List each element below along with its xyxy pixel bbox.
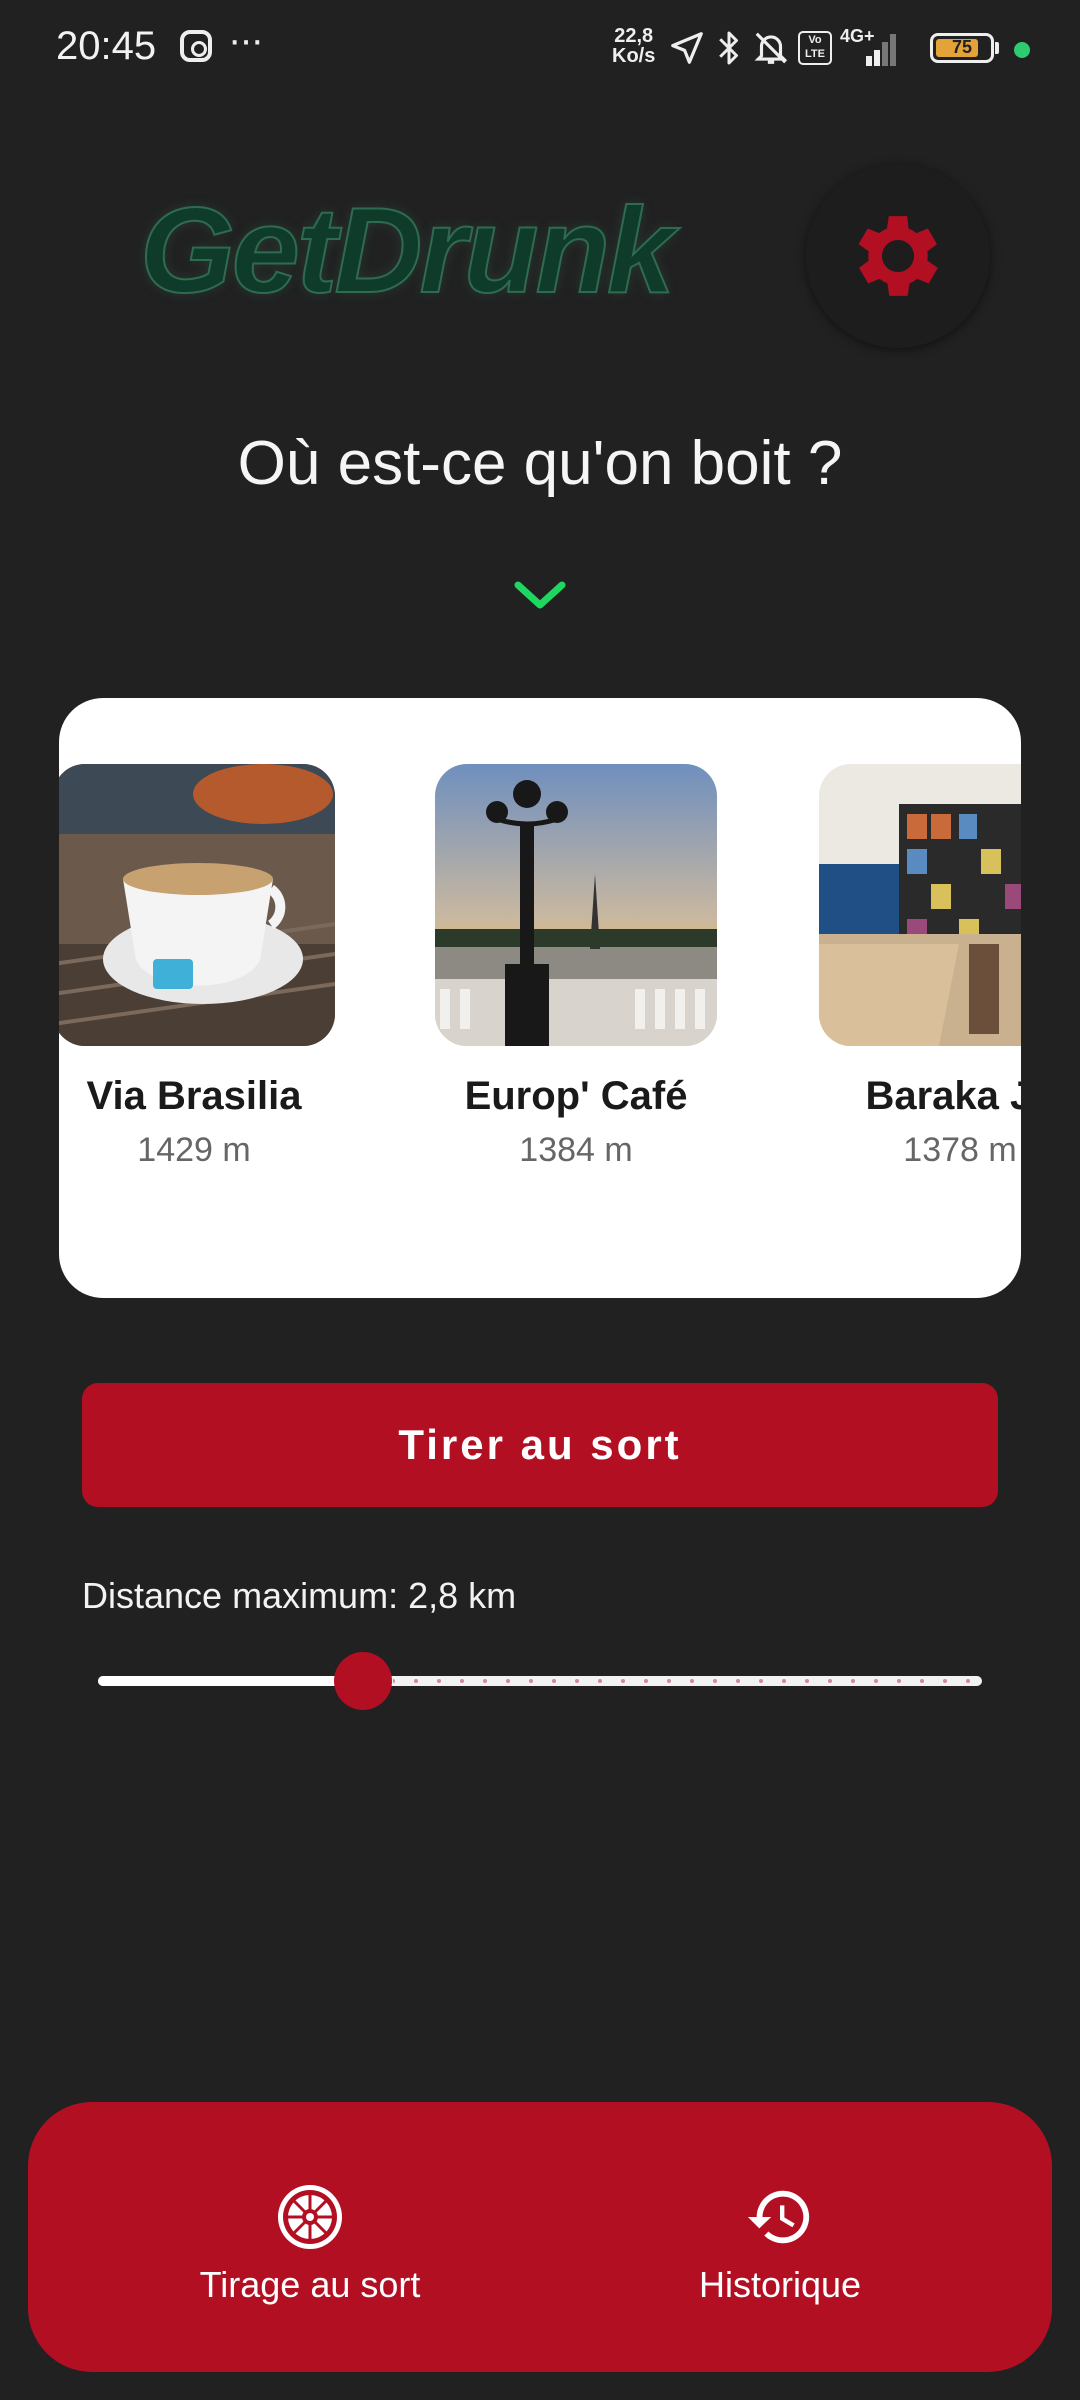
slider-tick xyxy=(414,1679,419,1683)
place-card[interactable]: Baraka Je 1378 m xyxy=(819,764,1021,1170)
distance-slider-thumb[interactable] xyxy=(334,1652,393,1710)
bell-off-icon xyxy=(754,32,788,64)
place-image xyxy=(435,764,717,1046)
slider-tick xyxy=(575,1679,580,1683)
slider-tick xyxy=(897,1679,902,1683)
volte-badge: Vo LTE xyxy=(798,31,832,65)
nav-item-draw[interactable]: Tirage au sort xyxy=(110,2182,510,2306)
battery-icon: 75 xyxy=(930,33,994,63)
slider-tick xyxy=(644,1679,649,1683)
history-icon xyxy=(747,2190,810,2244)
place-distance: 1384 m xyxy=(519,1131,633,1169)
nav-item-history[interactable]: Historique xyxy=(580,2182,980,2306)
slider-tick xyxy=(713,1679,718,1683)
slider-tick xyxy=(393,1679,396,1683)
battery-level: 75 xyxy=(951,37,973,57)
place-card[interactable]: Europ' Café 1384 m xyxy=(435,764,717,1170)
distance-slider-ticks xyxy=(393,1679,971,1683)
slider-tick xyxy=(598,1679,603,1683)
slider-tick xyxy=(506,1679,511,1683)
place-name: Europ' Café xyxy=(464,1074,688,1118)
more-icon: ··· xyxy=(228,18,264,62)
slider-tick xyxy=(552,1679,557,1683)
slider-tick xyxy=(437,1679,442,1683)
slider-tick xyxy=(690,1679,695,1683)
network-speed: 22,8 Ko/s xyxy=(612,26,655,66)
gear-icon xyxy=(858,216,938,296)
places-carousel[interactable]: Via Brasilia 1429 m Europ' Café 1384 m B… xyxy=(59,698,1021,1298)
signal-icon: 4G+ xyxy=(840,26,902,68)
slider-tick xyxy=(483,1679,488,1683)
bluetooth-icon xyxy=(719,31,738,65)
slider-tick xyxy=(920,1679,925,1683)
slider-tick xyxy=(667,1679,672,1683)
network-speed-value: 22,8 xyxy=(614,25,654,47)
slider-tick xyxy=(782,1679,787,1683)
distance-slider-fill xyxy=(98,1676,364,1686)
place-image xyxy=(819,764,1021,1046)
privacy-indicator-dot xyxy=(1014,42,1030,58)
battery-cap xyxy=(995,42,999,54)
nav-label: Tirage au sort xyxy=(199,2264,421,2305)
slider-tick xyxy=(529,1679,534,1683)
slider-tick xyxy=(828,1679,833,1683)
slider-tick xyxy=(460,1679,465,1683)
settings-button[interactable] xyxy=(806,164,990,348)
place-image xyxy=(59,764,335,1046)
nav-label: Historique xyxy=(698,2264,862,2305)
network-speed-unit: Ko/s xyxy=(612,45,656,67)
status-time: 20:45 xyxy=(56,24,157,68)
slider-tick xyxy=(851,1679,856,1683)
location-icon xyxy=(671,32,703,64)
app-logo: GetDrunk xyxy=(139,181,676,319)
roulette-icon xyxy=(278,2185,342,2249)
place-distance: 1429 m xyxy=(137,1131,251,1169)
slider-tick xyxy=(943,1679,948,1683)
place-name: Via Brasilia xyxy=(86,1074,302,1118)
instagram-icon xyxy=(180,30,212,62)
slider-tick xyxy=(805,1679,810,1683)
bottom-navigation: Tirage au sort Historique xyxy=(28,2102,1052,2372)
place-name: Baraka Je xyxy=(865,1074,1021,1118)
slider-tick xyxy=(874,1679,879,1683)
slider-tick xyxy=(966,1679,971,1683)
chevron-down-icon[interactable] xyxy=(510,575,570,615)
slider-tick xyxy=(736,1679,741,1683)
status-icons: Vo LTE 4G+ xyxy=(668,24,902,72)
place-distance: 1378 m xyxy=(903,1131,1017,1169)
draw-button[interactable]: Tirer au sort xyxy=(82,1383,998,1507)
page-title: Où est-ce qu'on boit ? xyxy=(237,429,843,498)
distance-label: Distance maximum: 2,8 km xyxy=(82,1575,517,1616)
slider-tick xyxy=(759,1679,764,1683)
slider-tick xyxy=(621,1679,626,1683)
place-card[interactable]: Via Brasilia 1429 m xyxy=(59,764,335,1170)
